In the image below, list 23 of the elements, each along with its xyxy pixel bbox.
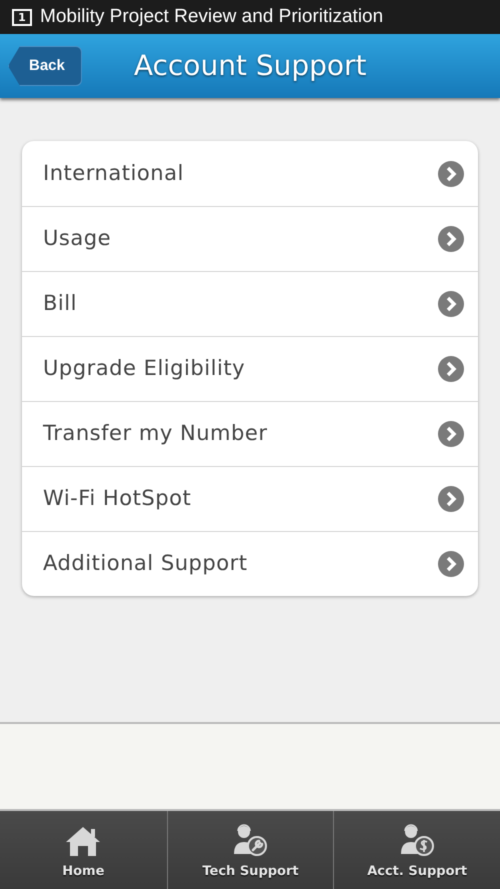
- notification-badge: 1: [12, 8, 32, 26]
- page-title: Account Support: [134, 48, 366, 84]
- chevron-right-icon: [438, 486, 464, 512]
- menu-item[interactable]: Bill: [22, 271, 478, 336]
- menu-item[interactable]: Additional Support: [22, 531, 478, 596]
- tab-item[interactable]: Acct. Support: [333, 811, 500, 889]
- menu-item[interactable]: Wi-Fi HotSpot: [22, 466, 478, 531]
- chevron-right-icon: [438, 421, 464, 447]
- chevron-right-icon: [438, 226, 464, 252]
- chevron-right-icon: [438, 356, 464, 382]
- support-agent-dollar-icon: [398, 822, 436, 858]
- tab-item[interactable]: Home: [0, 811, 167, 889]
- back-button[interactable]: Back: [8, 46, 82, 86]
- support-agent-wrench-icon: [231, 822, 270, 858]
- app-title: Mobility Project Review and Prioritization: [40, 4, 384, 29]
- menu-item[interactable]: Upgrade Eligibility: [22, 336, 478, 401]
- chevron-right-icon: [438, 291, 464, 317]
- menu-item[interactable]: International: [22, 141, 478, 206]
- menu-item[interactable]: Transfer my Number: [22, 401, 478, 466]
- chevron-right-icon: [438, 551, 464, 577]
- menu-item[interactable]: Usage: [22, 206, 478, 271]
- tab-item[interactable]: Tech Support: [166, 811, 334, 889]
- chevron-right-icon: [438, 160, 464, 186]
